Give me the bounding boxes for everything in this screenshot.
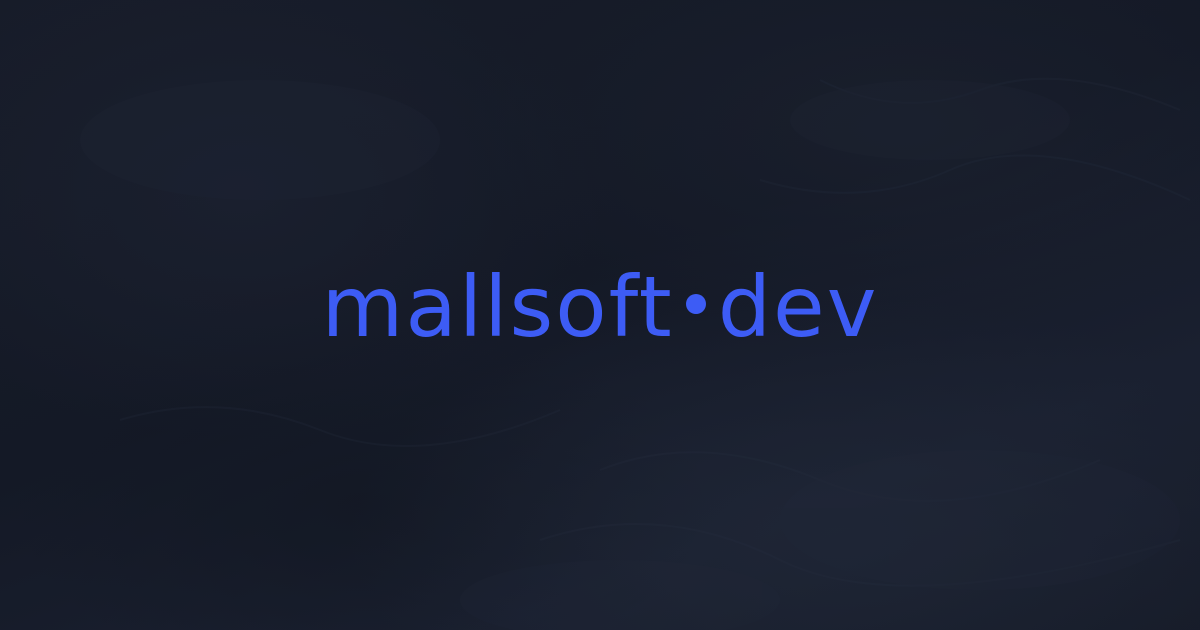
logo-wordmark: mallsoft dev (0, 0, 1200, 630)
separator-dot-icon (685, 294, 706, 314)
logo-text: mallsoft dev (322, 265, 879, 349)
logo-name-left: mallsoft (321, 258, 674, 356)
hero-banner: mallsoft dev (0, 0, 1200, 630)
logo-name-right: dev (717, 258, 879, 356)
